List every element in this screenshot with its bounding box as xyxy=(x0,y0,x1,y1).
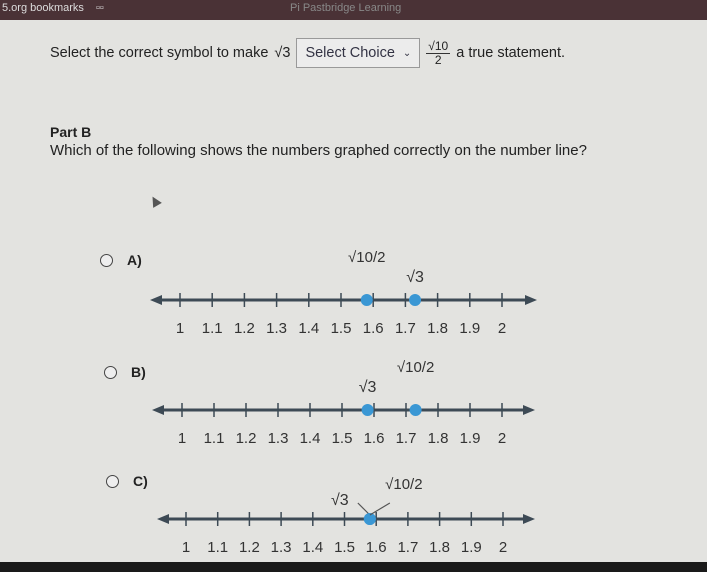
number-lines: 1 1.1 1.2 1.3 1.4 1.5 1.6 1.7 1.8 1.9 2 √10/2 √3 1 1.1… xyxy=(150,249,537,556)
tick-label: 1.5 xyxy=(331,320,352,337)
tick-label: 1.2 xyxy=(236,430,257,447)
point-dot xyxy=(361,404,374,416)
left-arrow xyxy=(150,295,162,305)
tick-label: 1.6 xyxy=(364,430,385,447)
tick-label: 1.5 xyxy=(332,430,353,447)
tick-label: 1.2 xyxy=(239,539,260,556)
left-arrow xyxy=(152,405,164,415)
tick-label: 1.7 xyxy=(395,320,416,337)
point-label: √3 xyxy=(406,269,424,286)
left-arrow xyxy=(157,514,169,524)
right-arrow xyxy=(523,405,535,415)
tick-label: 1.1 xyxy=(207,539,228,556)
tick-label: 2 xyxy=(498,430,506,447)
tick-label: 1.3 xyxy=(268,430,289,447)
tick-label: 1.6 xyxy=(366,539,387,556)
point-dot xyxy=(409,294,422,306)
point-label: √10/2 xyxy=(348,249,385,266)
tick-label: 1 xyxy=(176,320,184,337)
tick-label: 1.9 xyxy=(460,430,481,447)
tick-label: 2 xyxy=(498,320,506,337)
tick-label: 1.7 xyxy=(396,430,417,447)
tick-label: 1 xyxy=(182,539,190,556)
tick-label: 1.1 xyxy=(204,430,225,447)
tick-label: 1.8 xyxy=(428,430,449,447)
tick-label: 1.2 xyxy=(234,320,255,337)
point-label: √10/2 xyxy=(397,359,434,376)
screen-bezel xyxy=(0,562,707,572)
tick-label: 1.8 xyxy=(427,320,448,337)
point-label: √3 xyxy=(359,379,377,396)
leader-line xyxy=(357,502,371,516)
tick-label: 1.6 xyxy=(363,320,384,337)
right-arrow xyxy=(523,514,535,524)
tick-label: 1.7 xyxy=(397,539,418,556)
tick-label: 1.9 xyxy=(461,539,482,556)
tick-label: 1.4 xyxy=(302,539,323,556)
leader-line xyxy=(369,502,391,516)
tick-label: 1.9 xyxy=(459,320,480,337)
tick-label: 1.1 xyxy=(202,320,223,337)
right-arrow xyxy=(525,295,537,305)
point-dot xyxy=(409,404,422,416)
tick-label: 1.4 xyxy=(300,430,321,447)
point-dot xyxy=(360,294,373,306)
tick-label: 1 xyxy=(178,430,186,447)
tick-label: 2 xyxy=(499,539,507,556)
point-label: √10/2 xyxy=(385,476,422,493)
tick-label: 1.3 xyxy=(266,320,287,337)
tick-label: 1.5 xyxy=(334,539,355,556)
tick-label: 1.8 xyxy=(429,539,450,556)
tick-label: 1.4 xyxy=(298,320,319,337)
tick-label: 1.3 xyxy=(271,539,292,556)
point-label: √3 xyxy=(331,492,349,509)
